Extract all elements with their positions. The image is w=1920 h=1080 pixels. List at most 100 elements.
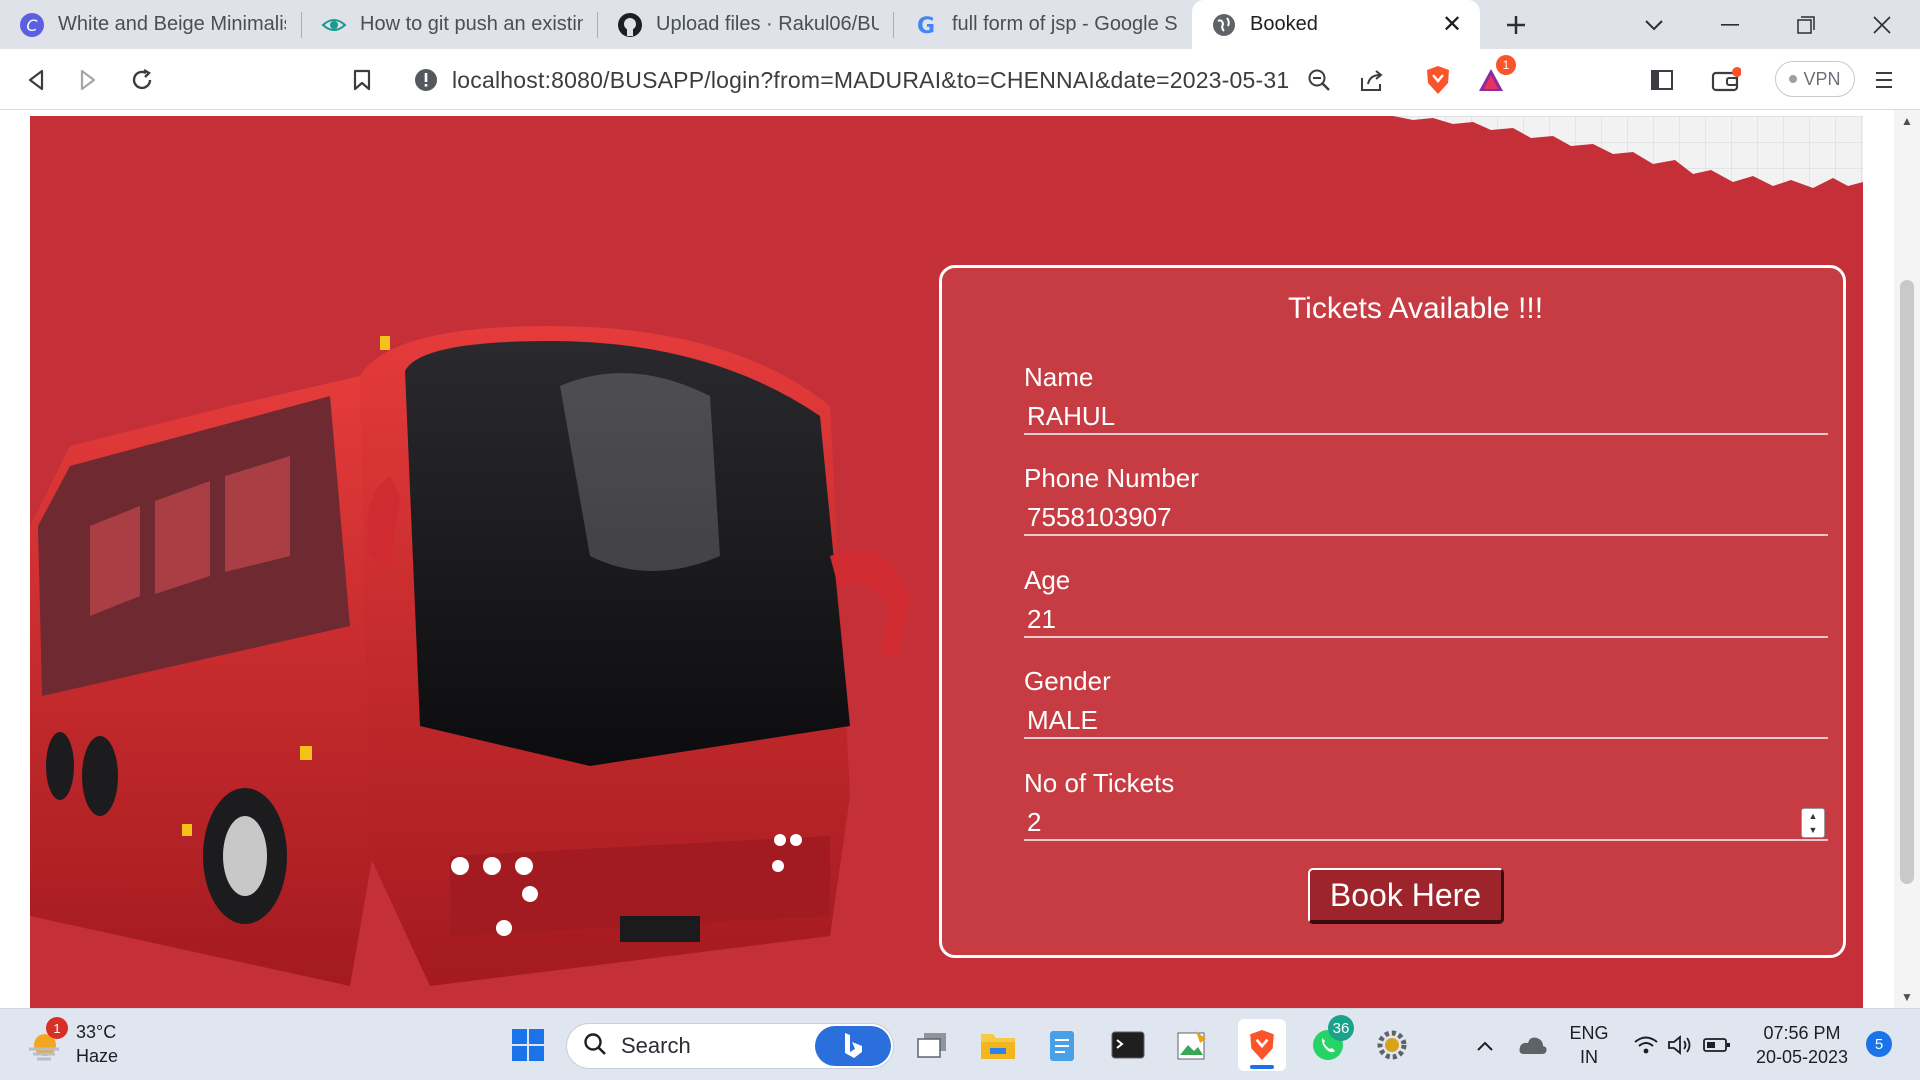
svg-text:G: G	[917, 14, 935, 38]
phone-field-group: Phone Number 7558103907	[1024, 463, 1828, 536]
brave-rewards-icon[interactable]: 1	[1474, 55, 1516, 99]
tab-google-search[interactable]: G full form of jsp - Google Se	[894, 0, 1192, 49]
page-scrollbar[interactable]: ▲ ▼	[1894, 110, 1920, 1008]
vpn-label: VPN	[1803, 68, 1841, 89]
url-text: localhost:8080/BUSAPP/login?from=MADURAI…	[452, 66, 1290, 93]
whatsapp-icon[interactable]: 36	[1306, 1015, 1354, 1065]
site-info-icon[interactable]	[414, 68, 438, 97]
wallet-icon[interactable]	[1706, 61, 1746, 99]
weather-icon[interactable]: 1	[24, 1017, 68, 1065]
canva-icon: C	[18, 11, 46, 39]
close-tab-icon[interactable]: ✕	[1438, 11, 1466, 39]
name-label: Name	[1024, 362, 1094, 392]
tickets-input[interactable]: 2 ▲ ▼	[1024, 805, 1828, 841]
rewards-badge: 1	[1496, 55, 1516, 75]
language-bottom[interactable]: IN	[1568, 1045, 1610, 1069]
page-viewport: Tickets Available !!! Name RAHUL Phone N…	[0, 110, 1920, 1008]
browser-toolbar: localhost:8080/BUSAPP/login?from=MADURAI…	[0, 49, 1920, 110]
phone-input[interactable]: 7558103907	[1024, 500, 1828, 536]
settings-gear-icon[interactable]	[1370, 1025, 1414, 1065]
tab-search-chevron-icon[interactable]	[1636, 8, 1672, 42]
tab-booked[interactable]: Booked ✕	[1192, 0, 1480, 49]
tab-github-upload[interactable]: Upload files · Rakul06/BUS	[598, 0, 893, 49]
clock-date[interactable]: 20-05-2023	[1752, 1045, 1852, 1069]
sidebar-toggle-icon[interactable]	[1642, 61, 1682, 99]
form-title: Tickets Available !!!	[1287, 292, 1544, 325]
battery-icon[interactable]	[1700, 1029, 1734, 1061]
task-view-icon[interactable]	[910, 1025, 954, 1065]
taskbar-search[interactable]: Search	[566, 1023, 894, 1069]
globe-icon	[1210, 11, 1238, 39]
vpn-button[interactable]: VPN	[1775, 61, 1855, 97]
tab-canva[interactable]: C White and Beige Minimalis	[0, 0, 300, 49]
tab-title: White and Beige Minimalis	[58, 13, 286, 35]
gender-label: Gender	[1024, 666, 1111, 696]
file-explorer-icon[interactable]	[976, 1025, 1020, 1065]
weather-desc: Haze	[76, 1046, 119, 1066]
show-hidden-icons-chevron[interactable]	[1470, 1031, 1500, 1061]
tickets-label: No of Tickets	[1024, 768, 1175, 798]
tab-git-push[interactable]: How to git push an existinc	[302, 0, 597, 49]
reload-button[interactable]	[122, 61, 162, 99]
spinner-down-icon[interactable]: ▼	[1809, 825, 1818, 835]
age-label: Age	[1024, 565, 1071, 595]
brave-shields-icon[interactable]	[1418, 61, 1458, 99]
back-button[interactable]	[16, 61, 56, 99]
scroll-thumb[interactable]	[1900, 280, 1914, 884]
age-input[interactable]: 21	[1024, 602, 1828, 638]
tab-title: full form of jsp - Google Se	[952, 13, 1178, 35]
torn-paper-decoration	[1393, 116, 1863, 188]
terminal-icon[interactable]	[1106, 1025, 1150, 1065]
wifi-icon[interactable]	[1630, 1029, 1662, 1061]
notification-badge[interactable]: 5	[1866, 1031, 1892, 1057]
age-field-group: Age 21	[1024, 565, 1828, 638]
close-window-button[interactable]	[1864, 8, 1900, 42]
forward-button[interactable]	[68, 61, 108, 99]
tickets-field-group: No of Tickets 2 ▲ ▼	[1024, 768, 1828, 841]
gender-field-group: Gender MALE	[1024, 666, 1828, 739]
active-app-indicator	[1250, 1065, 1274, 1069]
search-label: Search	[621, 1033, 691, 1058]
whatsapp-badge: 36	[1328, 1015, 1354, 1041]
share-icon[interactable]	[1352, 61, 1392, 99]
tab-title: Upload files · Rakul06/BUS	[656, 13, 879, 35]
tab-title: How to git push an existinc	[360, 13, 583, 35]
booking-form: Tickets Available !!! Name RAHUL Phone N…	[939, 265, 1846, 958]
name-input[interactable]: RAHUL	[1024, 399, 1828, 435]
search-icon	[583, 1032, 607, 1061]
onedrive-cloud-icon[interactable]	[1516, 1029, 1550, 1061]
bus-illustration	[30, 326, 910, 986]
bookmark-icon[interactable]	[342, 61, 382, 99]
number-spinner[interactable]: ▲ ▼	[1801, 808, 1825, 838]
bing-icon[interactable]	[815, 1026, 891, 1066]
windows-taskbar: 1 33°C Haze Search 36 ENG IN 07:56 PM 20…	[0, 1008, 1920, 1080]
image-editor-icon[interactable]	[1170, 1025, 1214, 1065]
vpn-status-dot	[1789, 75, 1798, 83]
weather-temp: 33°C	[76, 1022, 117, 1042]
booking-page: Tickets Available !!! Name RAHUL Phone N…	[30, 116, 1863, 1008]
svg-text:C: C	[26, 16, 38, 35]
book-here-button[interactable]: Book Here	[1308, 868, 1504, 924]
zoom-icon[interactable]	[1299, 61, 1339, 99]
volume-icon[interactable]	[1664, 1029, 1696, 1061]
gender-input[interactable]: MALE	[1024, 703, 1828, 739]
new-tab-button[interactable]	[1498, 8, 1534, 42]
scroll-down-icon[interactable]: ▼	[1900, 990, 1914, 1004]
menu-icon[interactable]	[1864, 61, 1904, 99]
language-top[interactable]: ENG	[1568, 1021, 1610, 1045]
notepad-icon[interactable]	[1040, 1025, 1084, 1065]
tab-title: Booked	[1250, 13, 1318, 35]
github-icon	[616, 11, 644, 39]
eye-icon	[320, 11, 348, 39]
restore-button[interactable]	[1788, 8, 1824, 42]
brave-taskbar-icon[interactable]	[1238, 1019, 1286, 1071]
name-field-group: Name RAHUL	[1024, 362, 1828, 435]
windows-start-icon[interactable]	[508, 1025, 548, 1065]
minimize-button[interactable]	[1712, 8, 1748, 42]
phone-label: Phone Number	[1024, 463, 1199, 493]
scroll-up-icon[interactable]: ▲	[1900, 114, 1914, 128]
spinner-up-icon[interactable]: ▲	[1809, 811, 1818, 821]
tickets-value: 2	[1027, 806, 1042, 837]
clock-time[interactable]: 07:56 PM	[1752, 1021, 1852, 1045]
google-icon: G	[912, 11, 940, 39]
